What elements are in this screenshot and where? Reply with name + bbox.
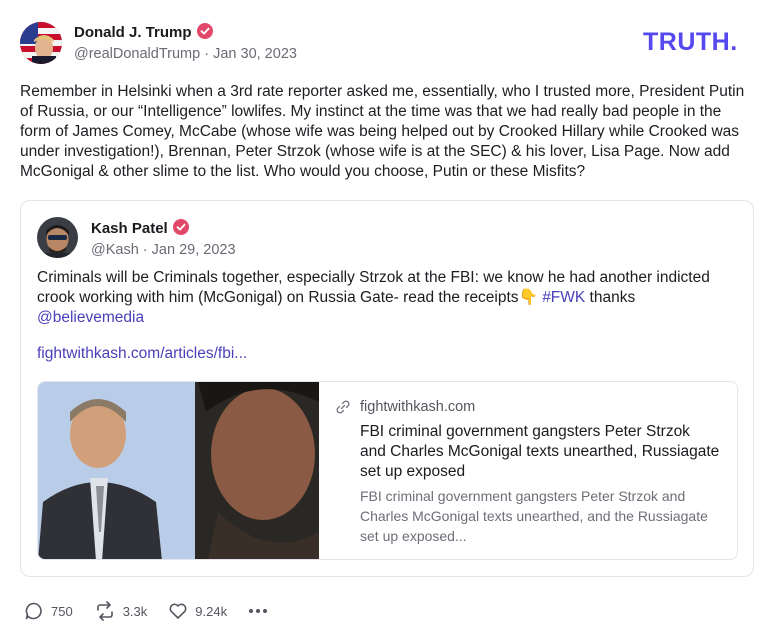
hashtag-link[interactable]: #FWK (542, 289, 585, 306)
retruth-icon (96, 601, 113, 621)
quote-author-name[interactable]: Kash Patel (91, 219, 189, 237)
author-handle[interactable]: @realDonaldTrump (74, 46, 200, 62)
author-name[interactable]: Donald J. Trump (74, 23, 213, 41)
like-button[interactable]: 9.24k (168, 601, 227, 621)
preview-image (38, 382, 319, 559)
quote-text: Criminals will be Criminals together, es… (37, 269, 710, 326)
quote-author-handle[interactable]: @Kash (91, 242, 139, 258)
reply-icon (25, 602, 42, 620)
verified-badge-icon (196, 23, 213, 39)
quote-author-meta: @Kash · Jan 29, 2023 (91, 242, 236, 258)
article-url-link[interactable]: fightwithkash.com/articles/fbi... (37, 345, 247, 363)
mention-link[interactable]: @believemedia (37, 309, 144, 326)
author-avatar[interactable] (20, 22, 62, 64)
link-preview-card[interactable]: fightwithkash.com FBI criminal governmen… (37, 381, 738, 560)
quote-date[interactable]: Jan 29, 2023 (152, 242, 236, 258)
heart-icon (169, 603, 187, 619)
card-domain: fightwithkash.com (360, 399, 476, 415)
truth-logo[interactable]: TRUTH. (643, 28, 738, 57)
card-title: FBI criminal government gangsters Peter … (360, 423, 720, 480)
link-icon (336, 400, 350, 414)
post-text: Remember in Helsinki when a 3rd rate rep… (20, 83, 745, 180)
more-icon (249, 609, 268, 613)
more-options-button[interactable] (248, 608, 268, 614)
verified-badge-icon (172, 219, 189, 235)
reply-button[interactable]: 750 (24, 601, 73, 621)
quote-author-avatar[interactable] (37, 217, 78, 258)
pointing-down-emoji: 👇 (518, 289, 538, 306)
post-date[interactable]: Jan 30, 2023 (213, 46, 297, 62)
author-meta: @realDonaldTrump · Jan 30, 2023 (74, 46, 297, 62)
reply-count: 750 (51, 603, 73, 619)
like-count: 9.24k (195, 603, 228, 619)
retruth-button[interactable]: 3.3k (94, 601, 148, 621)
quote-avatar-image (37, 217, 78, 258)
retruth-count: 3.3k (122, 603, 148, 619)
card-description: FBI criminal government gangsters Peter … (360, 488, 708, 544)
avatar-image (20, 22, 62, 64)
action-bar: 750 3.3k 9.24k (24, 600, 289, 622)
